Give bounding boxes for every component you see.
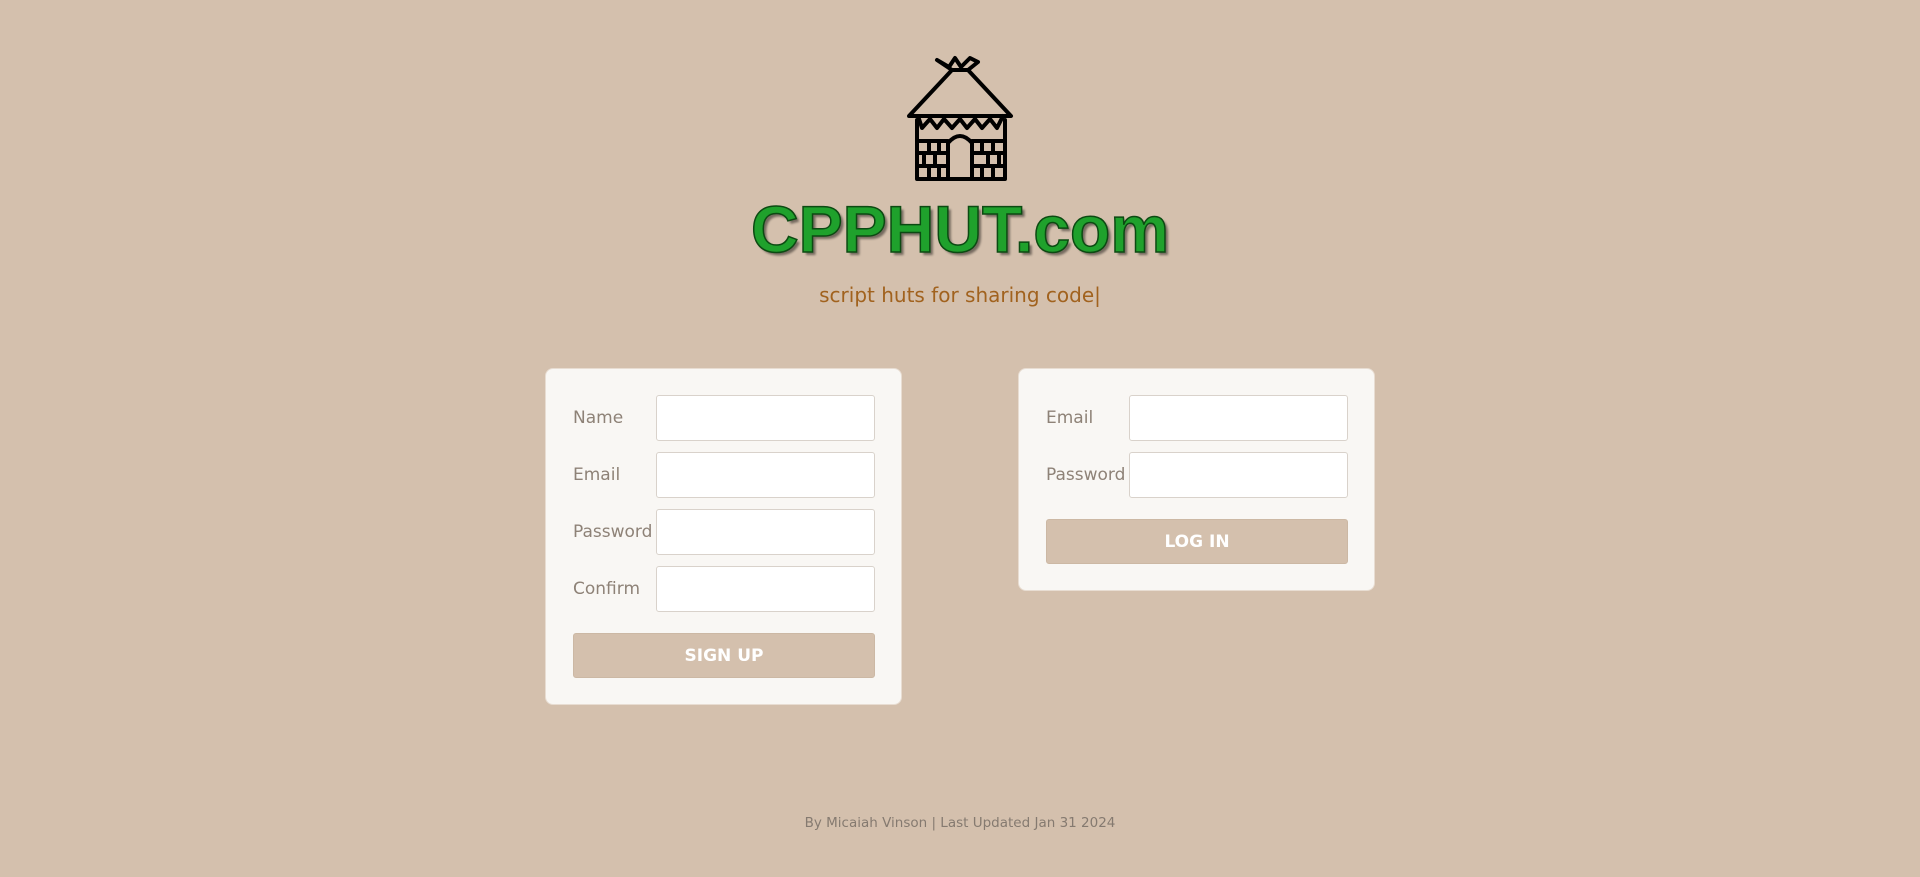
hut-icon (907, 56, 1013, 181)
signup-email-input[interactable] (656, 452, 875, 498)
site-title: CPPHUT.com (750, 191, 1170, 267)
signup-password-input[interactable] (656, 509, 875, 555)
signup-form: Name Email Password Confirm SIGN UP (545, 368, 902, 705)
login-email-label: Email (1046, 408, 1094, 428)
signup-confirm-input[interactable] (656, 566, 875, 612)
signup-confirm-label: Confirm (573, 579, 641, 599)
signup-password-label: Password (573, 522, 653, 542)
login-password-input[interactable] (1129, 452, 1348, 498)
log-in-button[interactable]: LOG IN (1046, 519, 1348, 564)
signup-name-label: Name (573, 408, 624, 428)
login-email-input[interactable] (1129, 395, 1348, 441)
signup-name-input[interactable] (656, 395, 875, 441)
signup-email-label: Email (573, 465, 621, 485)
login-password-label: Password (1046, 465, 1126, 485)
tagline: script huts for sharing code| (819, 283, 1101, 307)
sign-up-button[interactable]: SIGN UP (573, 633, 875, 678)
login-form: Email Password LOG IN (1018, 368, 1375, 591)
footer-text: By Micaiah Vinson | Last Updated Jan 31 … (804, 815, 1116, 831)
